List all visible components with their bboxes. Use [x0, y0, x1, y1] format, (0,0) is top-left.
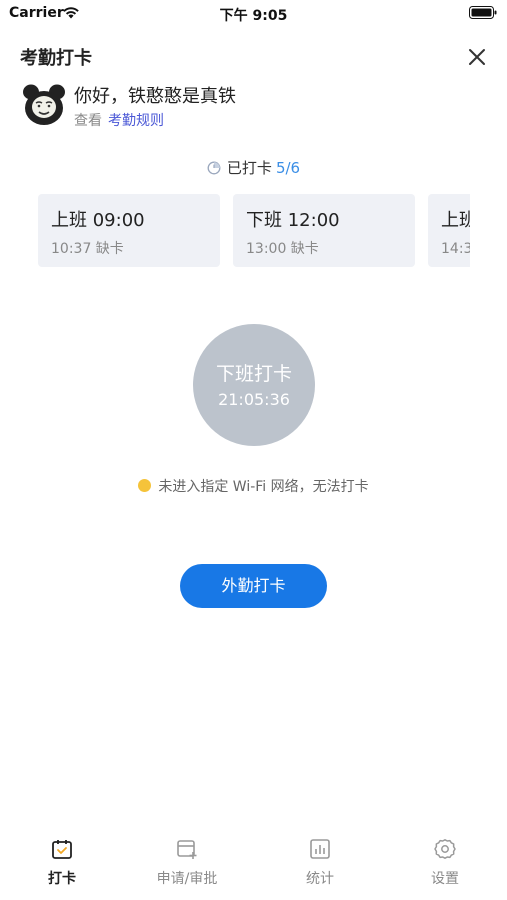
rules-prefix: 查看: [74, 113, 102, 129]
shift-card-title: 下班 12:00: [246, 210, 340, 231]
close-icon[interactable]: [466, 46, 488, 68]
shift-card-title: 上班 14:00: [441, 210, 470, 231]
bar-chart-icon: [310, 839, 330, 859]
shift-card[interactable]: 下班 12:00 13:00 缺卡: [233, 194, 415, 267]
tab-statistics[interactable]: 统计: [260, 830, 380, 888]
warning-icon: [138, 479, 152, 492]
tab-settings[interactable]: 设置: [385, 830, 505, 888]
rules-row: 查看 考勤规则: [74, 110, 164, 130]
tab-punch[interactable]: 打卡: [2, 830, 122, 888]
tab-label: 申请/审批: [156, 871, 218, 887]
status-time: 下午 9:05: [219, 8, 288, 24]
shift-card-status: 14:30 缺卡: [441, 241, 470, 257]
shift-card[interactable]: 上班 14:00 14:30 缺卡: [428, 194, 470, 267]
punch-status-label: 已打卡: [226, 159, 272, 177]
shift-cards: 上班 09:00 10:37 缺卡 下班 12:00 13:00 缺卡 上班 1…: [38, 194, 470, 268]
punch-count: 5/6: [275, 159, 301, 177]
punch-button[interactable]: 下班打卡 21:05:36: [193, 324, 315, 446]
clock-icon: [207, 161, 221, 175]
punch-status: 已打卡 5/6: [0, 157, 507, 178]
punch-button-time: 21:05:36: [218, 390, 290, 409]
page-title: 考勤打卡: [20, 48, 92, 69]
tab-label: 统计: [306, 871, 334, 887]
tab-apply-approve[interactable]: 申请/审批: [127, 830, 247, 888]
punch-button-label: 下班打卡: [215, 363, 292, 385]
shift-card-status: 13:00 缺卡: [246, 241, 319, 257]
attendance-rules-link[interactable]: 考勤规则: [108, 113, 164, 129]
wifi-warning-text: 未进入指定 Wi-Fi 网络，无法打卡: [158, 479, 369, 495]
form-add-icon: [177, 840, 197, 859]
tab-label: 设置: [431, 871, 459, 887]
shift-card-title: 上班 09:00: [51, 210, 145, 231]
wifi-warning: 未进入指定 Wi-Fi 网络，无法打卡: [0, 476, 507, 496]
avatar: [23, 84, 65, 125]
status-bar: Carrier 下午 9:05: [0, 0, 507, 28]
field-punch-button[interactable]: 外勤打卡: [180, 564, 327, 608]
shift-card-status: 10:37 缺卡: [51, 241, 124, 257]
tab-label: 打卡: [48, 871, 76, 887]
gear-icon: [434, 839, 456, 859]
greeting-text: 你好，铁憨憨是真铁: [74, 86, 236, 107]
tab-bar: 打卡 申请/审批 统计 设置: [0, 830, 507, 900]
shift-card[interactable]: 上班 09:00 10:37 缺卡: [38, 194, 220, 267]
calendar-check-icon: [52, 840, 72, 859]
battery-icon: [469, 6, 497, 19]
